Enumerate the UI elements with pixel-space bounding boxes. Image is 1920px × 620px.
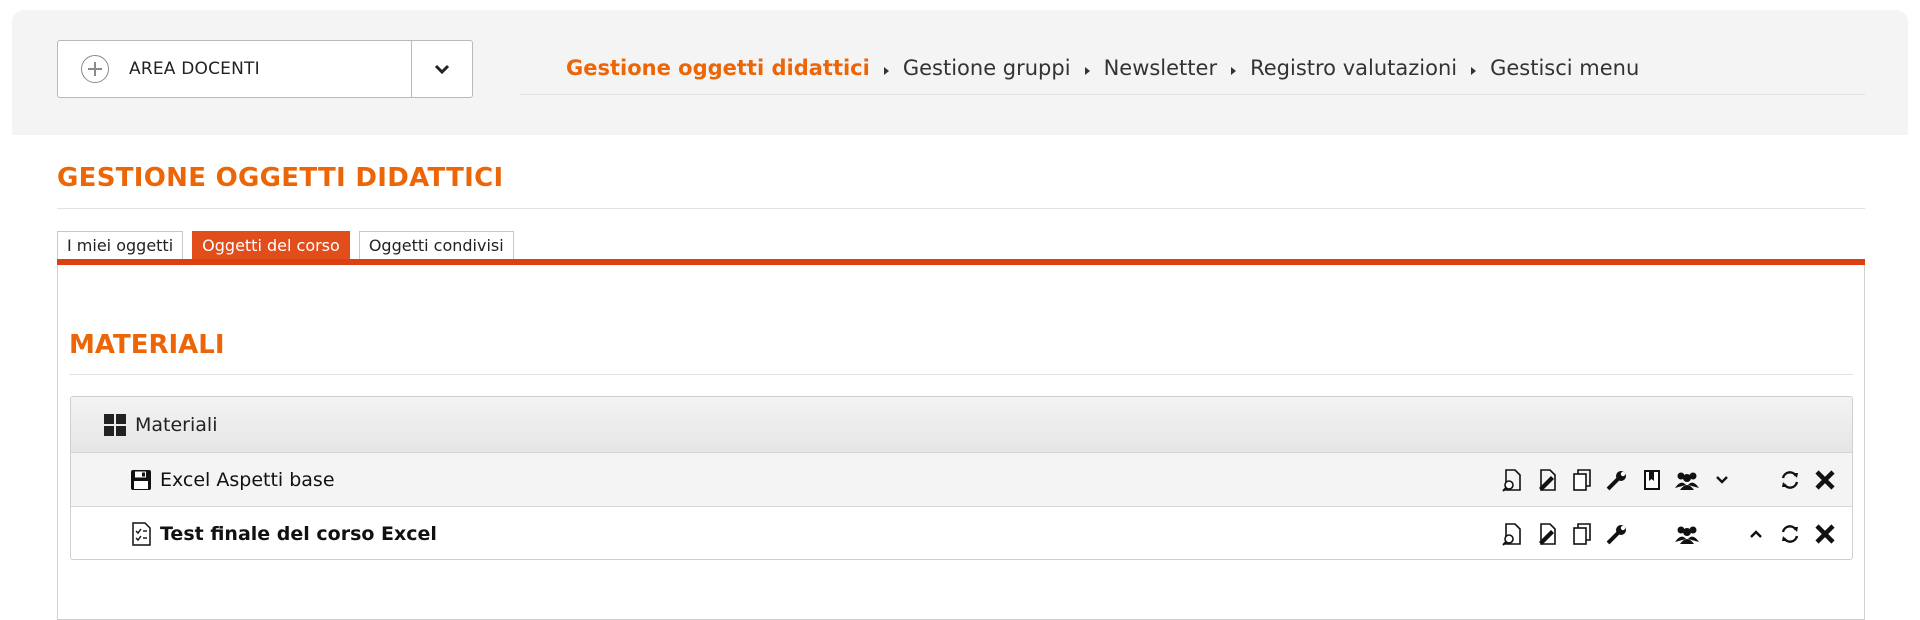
refresh-icon[interactable]	[1777, 467, 1803, 493]
refresh-icon[interactable]	[1777, 521, 1803, 547]
nav-gestisci-menu[interactable]: Gestisci menu	[1490, 52, 1639, 80]
edit-icon[interactable]	[1534, 521, 1560, 547]
copy-icon[interactable]	[1569, 467, 1595, 493]
nav-gestione-oggetti[interactable]: Gestione oggetti didattici	[520, 52, 870, 80]
nav-gestione-gruppi[interactable]: Gestione gruppi	[903, 52, 1071, 80]
section-divider	[69, 374, 1853, 375]
grid-icon	[104, 413, 126, 436]
edit-icon[interactable]	[1534, 467, 1560, 493]
nav-separator-icon	[1471, 67, 1477, 75]
area-selector[interactable]: AREA DOCENTI	[57, 40, 473, 98]
nav-separator-icon	[1231, 67, 1237, 75]
nav-separator-icon	[1084, 67, 1090, 75]
area-selector-main[interactable]: AREA DOCENTI	[58, 41, 411, 97]
move-up-icon[interactable]	[1743, 521, 1769, 547]
plus-circle-icon	[81, 55, 109, 83]
delete-icon[interactable]	[1812, 467, 1838, 493]
area-label: AREA DOCENTI	[129, 59, 260, 79]
group-icon[interactable]	[1674, 521, 1700, 547]
copy-icon[interactable]	[1569, 521, 1595, 547]
title-divider	[57, 208, 1865, 209]
delete-icon[interactable]	[1812, 521, 1838, 547]
page-title: GESTIONE OGGETTI DIDATTICI	[57, 163, 504, 193]
wrench-icon[interactable]	[1604, 467, 1630, 493]
materials-tree: Materiali Excel Aspetti base Test finale…	[70, 396, 1853, 560]
folder-label: Materiali	[135, 413, 218, 436]
list-item[interactable]: Test finale del corso Excel	[71, 507, 1852, 559]
tab-oggetti-condivisi[interactable]: Oggetti condivisi	[358, 231, 514, 260]
area-dropdown-toggle[interactable]	[411, 41, 472, 97]
nav-newsletter[interactable]: Newsletter	[1104, 52, 1218, 80]
list-item[interactable]: Excel Aspetti base	[71, 453, 1852, 507]
nav-separator-icon	[883, 67, 889, 75]
chevron-down-icon	[434, 64, 450, 75]
main-nav: Gestione oggetti didattici Gestione grup…	[520, 52, 1865, 95]
group-icon[interactable]	[1674, 467, 1700, 493]
book-icon[interactable]	[1639, 467, 1665, 493]
tab-oggetti-del-corso[interactable]: Oggetti del corso	[192, 231, 350, 260]
move-down-icon[interactable]	[1709, 467, 1735, 493]
folder-row[interactable]: Materiali	[71, 397, 1852, 453]
tab-i-miei-oggetti[interactable]: I miei oggetti	[57, 231, 184, 260]
preview-icon[interactable]	[1499, 467, 1525, 493]
preview-icon[interactable]	[1499, 521, 1525, 547]
tab-bar: I miei oggetti Oggetti del corso Oggetti…	[57, 231, 523, 260]
nav-registro-valutazioni[interactable]: Registro valutazioni	[1250, 52, 1457, 80]
section-title: MATERIALI	[69, 330, 225, 360]
wrench-icon[interactable]	[1604, 521, 1630, 547]
